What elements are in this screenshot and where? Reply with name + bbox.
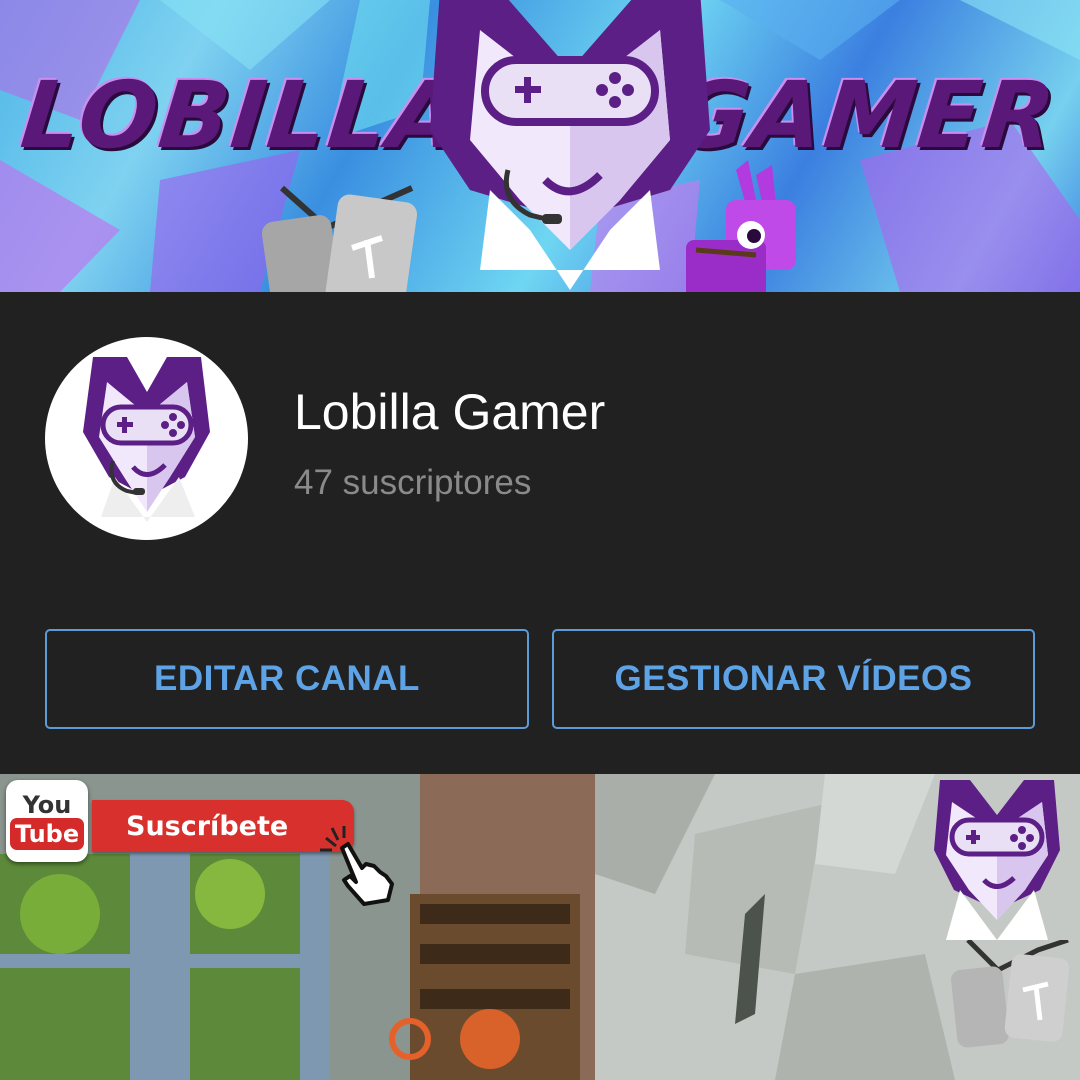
- channel-banner: LOBILLA GAMER: [0, 0, 1080, 292]
- banner-title-right: GAMER: [668, 62, 1062, 169]
- llama-pinata-icon: [686, 160, 796, 292]
- edit-channel-button[interactable]: EDITAR CANAL: [45, 629, 529, 729]
- wolf-gamepad-avatar-icon: [83, 357, 210, 522]
- dog-tags-watermark-icon: [951, 940, 1070, 1048]
- channel-header: Lobilla Gamer 47 suscriptores EDITAR CAN…: [0, 292, 1080, 774]
- youtube-logo-you: You: [22, 791, 72, 819]
- subscribe-overlay: Suscríbete: [92, 800, 354, 852]
- wolf-gamepad-logo-icon: [430, 0, 710, 290]
- featured-video-thumbnail[interactable]: You Tube Suscríbete: [0, 774, 1080, 1080]
- subscriber-count: 47 suscriptores: [294, 463, 532, 502]
- banner-title-left: LOBILLA: [16, 62, 468, 169]
- dog-tags-icon: [262, 185, 418, 292]
- youtube-logo-icon: You Tube: [6, 780, 88, 862]
- hand-pointer-icon: [320, 826, 394, 906]
- channel-name: Lobilla Gamer: [294, 384, 606, 440]
- manage-videos-button[interactable]: GESTIONAR VÍDEOS: [552, 629, 1035, 729]
- wolf-gamepad-watermark-icon: [934, 780, 1060, 940]
- youtube-logo-tube: Tube: [9, 818, 85, 850]
- channel-avatar[interactable]: [45, 337, 248, 540]
